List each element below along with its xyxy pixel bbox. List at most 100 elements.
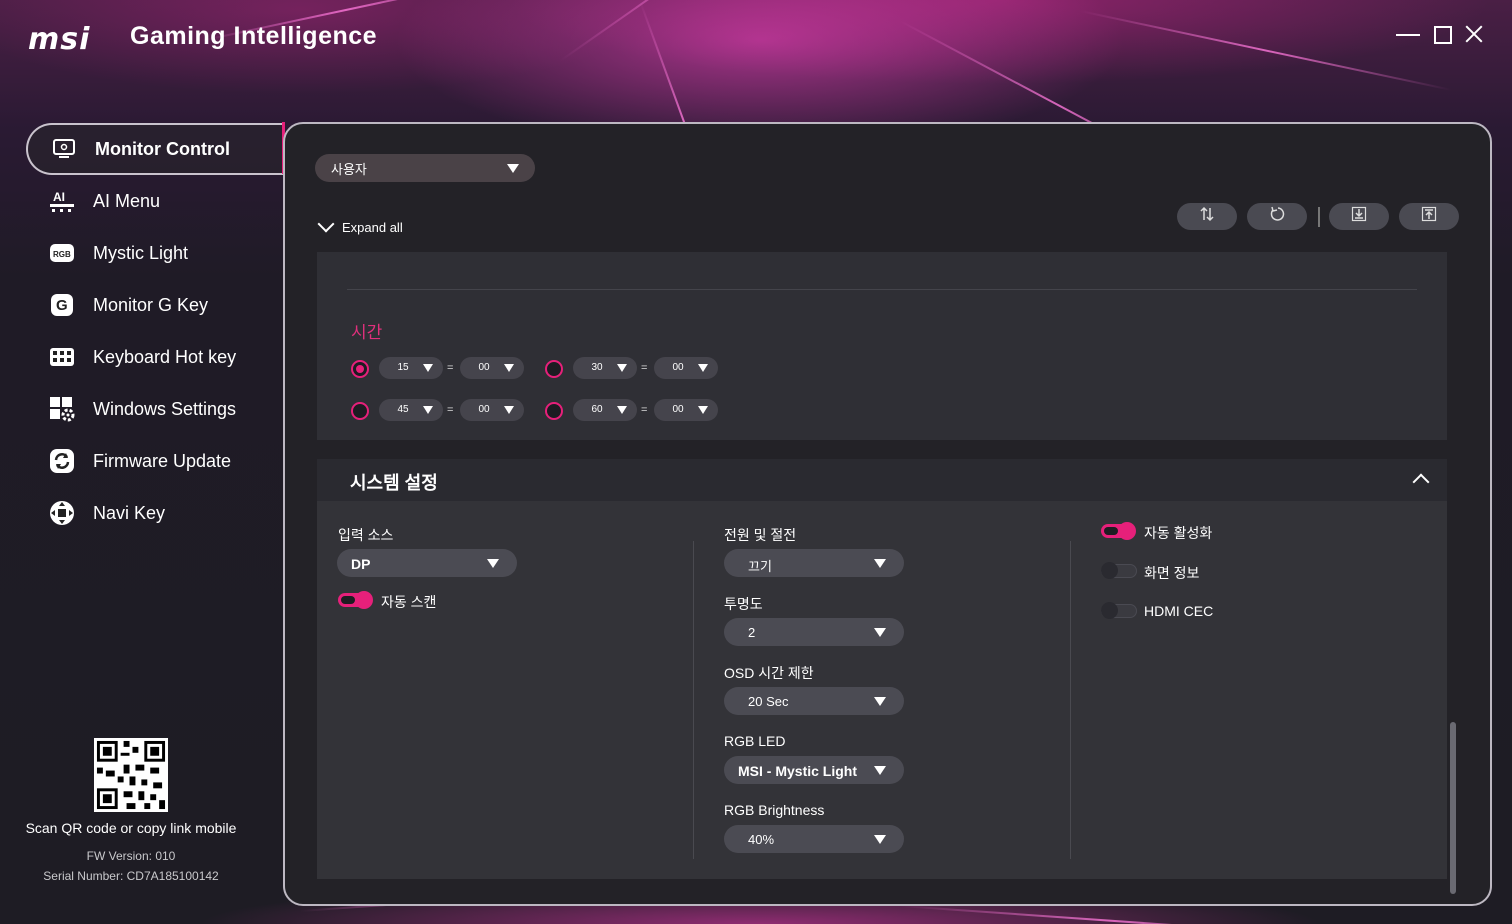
qr-caption: Scan QR code or copy link mobile bbox=[25, 820, 237, 836]
rgb-led-select[interactable]: MSI - Mystic Light bbox=[724, 756, 904, 784]
input-source-select[interactable]: DP bbox=[337, 549, 517, 577]
chevron-down-icon bbox=[874, 766, 886, 775]
transparency-select[interactable]: 2 bbox=[724, 618, 904, 646]
chevron-down-icon bbox=[317, 215, 335, 233]
time-second-select[interactable]: 00 bbox=[460, 399, 524, 421]
auto-activate-toggle[interactable] bbox=[1101, 522, 1136, 540]
maximize-icon[interactable] bbox=[1432, 22, 1456, 46]
select-value: 00 bbox=[478, 404, 490, 415]
chevron-down-icon bbox=[874, 559, 886, 568]
sidebar-item-navi-key[interactable]: Navi Key bbox=[26, 488, 282, 538]
sidebar-item-monitor-g-key[interactable]: G Monitor G Key bbox=[26, 280, 282, 330]
windows-settings-icon bbox=[48, 395, 76, 423]
minimize-icon[interactable] bbox=[1396, 22, 1420, 46]
chevron-down-icon bbox=[504, 364, 514, 372]
sidebar-item-label: Navi Key bbox=[93, 502, 166, 523]
time-first-select[interactable]: 45 bbox=[379, 399, 443, 421]
profile-value: 사용자 bbox=[331, 161, 367, 177]
rgb-led-label: RGB LED bbox=[724, 733, 786, 749]
navi-key-icon bbox=[48, 499, 76, 527]
app-title: Gaming Intelligence bbox=[130, 22, 378, 50]
time-first-select[interactable]: 30 bbox=[573, 357, 637, 379]
select-value: 15 bbox=[397, 362, 409, 373]
sidebar-item-keyboard-hot-key[interactable]: Keyboard Hot key bbox=[26, 332, 282, 382]
time-second-select[interactable]: 00 bbox=[654, 357, 718, 379]
scrollbar-thumb[interactable] bbox=[1450, 722, 1456, 894]
chevron-down-icon bbox=[874, 628, 886, 637]
system-settings-header[interactable]: 시스템 설정 bbox=[317, 459, 1447, 501]
auto-scan-label: 자동 스캔 bbox=[381, 594, 437, 610]
time-second-select[interactable]: 00 bbox=[654, 399, 718, 421]
rgb-brightness-label: RGB Brightness bbox=[724, 802, 825, 818]
chevron-down-icon bbox=[698, 406, 708, 414]
sidebar-item-label: Keyboard Hot key bbox=[93, 346, 237, 367]
toolbar-divider bbox=[1318, 207, 1320, 227]
profile-select[interactable]: 사용자 bbox=[315, 154, 535, 182]
screen-info-label: 화면 정보 bbox=[1144, 565, 1200, 581]
time-radio-45[interactable] bbox=[351, 402, 369, 420]
osd-timeout-select[interactable]: 20 Sec bbox=[724, 687, 904, 715]
chevron-down-icon bbox=[487, 559, 499, 568]
time-radio-30[interactable] bbox=[545, 360, 563, 378]
qr-code[interactable] bbox=[94, 738, 168, 812]
export-icon bbox=[1421, 206, 1437, 227]
time-section-title: 시간 bbox=[351, 323, 383, 342]
reset-icon bbox=[1269, 206, 1285, 227]
time-radio-15[interactable] bbox=[351, 360, 369, 378]
sort-button[interactable] bbox=[1177, 203, 1237, 230]
time-first-select[interactable]: 60 bbox=[573, 399, 637, 421]
separator: = bbox=[447, 404, 454, 416]
sidebar-item-firmware-update[interactable]: Firmware Update bbox=[26, 436, 282, 486]
chevron-down-icon bbox=[874, 835, 886, 844]
export-button[interactable] bbox=[1399, 203, 1459, 230]
column-divider bbox=[693, 541, 694, 859]
sidebar-item-label: Monitor Control bbox=[95, 138, 230, 159]
sidebar-item-windows-settings[interactable]: Windows Settings bbox=[26, 384, 282, 434]
separator: = bbox=[447, 362, 454, 374]
hdmi-cec-label: HDMI CEC bbox=[1144, 603, 1214, 619]
select-value: 00 bbox=[672, 404, 684, 415]
hdmi-cec-toggle[interactable] bbox=[1101, 602, 1137, 619]
import-button[interactable] bbox=[1329, 203, 1389, 230]
svg-text:RGB: RGB bbox=[53, 250, 71, 259]
time-first-select[interactable]: 15 bbox=[379, 357, 443, 379]
svg-text:AI: AI bbox=[53, 190, 65, 204]
reset-button[interactable] bbox=[1247, 203, 1307, 230]
input-source-label: 입력 소스 bbox=[338, 527, 394, 543]
close-icon[interactable] bbox=[1462, 22, 1486, 46]
select-value: 00 bbox=[478, 362, 490, 373]
auto-activate-label: 자동 활성화 bbox=[1144, 525, 1213, 541]
svg-text:G: G bbox=[56, 297, 68, 314]
auto-scan-toggle[interactable] bbox=[338, 591, 373, 609]
expand-all-button[interactable]: Expand all bbox=[316, 215, 403, 236]
chevron-down-icon bbox=[698, 364, 708, 372]
chevron-up-icon[interactable] bbox=[1412, 473, 1430, 491]
rgb-brightness-select[interactable]: 40% bbox=[724, 825, 904, 853]
select-value: 끄기 bbox=[748, 559, 772, 574]
chevron-down-icon bbox=[617, 406, 627, 414]
sidebar-item-label: Monitor G Key bbox=[93, 294, 209, 315]
chevron-down-icon bbox=[423, 364, 433, 372]
select-value: 40% bbox=[748, 832, 775, 847]
select-value: 45 bbox=[397, 404, 409, 415]
time-radio-60[interactable] bbox=[545, 402, 563, 420]
select-value: DP bbox=[351, 556, 371, 572]
expand-all-label: Expand all bbox=[342, 219, 403, 235]
g-key-icon: G bbox=[48, 291, 76, 319]
separator: = bbox=[641, 362, 648, 374]
sidebar-item-monitor-control[interactable]: Monitor Control bbox=[26, 123, 284, 175]
time-second-select[interactable]: 00 bbox=[460, 357, 524, 379]
rgb-icon: RGB bbox=[48, 239, 76, 267]
select-value: 30 bbox=[591, 362, 603, 373]
screen-info-toggle[interactable] bbox=[1101, 562, 1137, 579]
sidebar-item-ai-menu[interactable]: AI AI Menu bbox=[26, 176, 282, 226]
chevron-down-icon bbox=[504, 406, 514, 414]
power-select[interactable]: 끄기 bbox=[724, 549, 904, 577]
sidebar-item-label: AI Menu bbox=[93, 190, 161, 211]
chevron-down-icon bbox=[507, 164, 519, 173]
msi-logo: msi bbox=[28, 22, 91, 57]
sidebar-item-mystic-light[interactable]: RGB Mystic Light bbox=[26, 228, 282, 278]
keyboard-icon bbox=[48, 343, 76, 371]
serial-number: Serial Number: CD7A185100142 bbox=[43, 869, 219, 883]
ai-icon: AI bbox=[48, 187, 76, 215]
